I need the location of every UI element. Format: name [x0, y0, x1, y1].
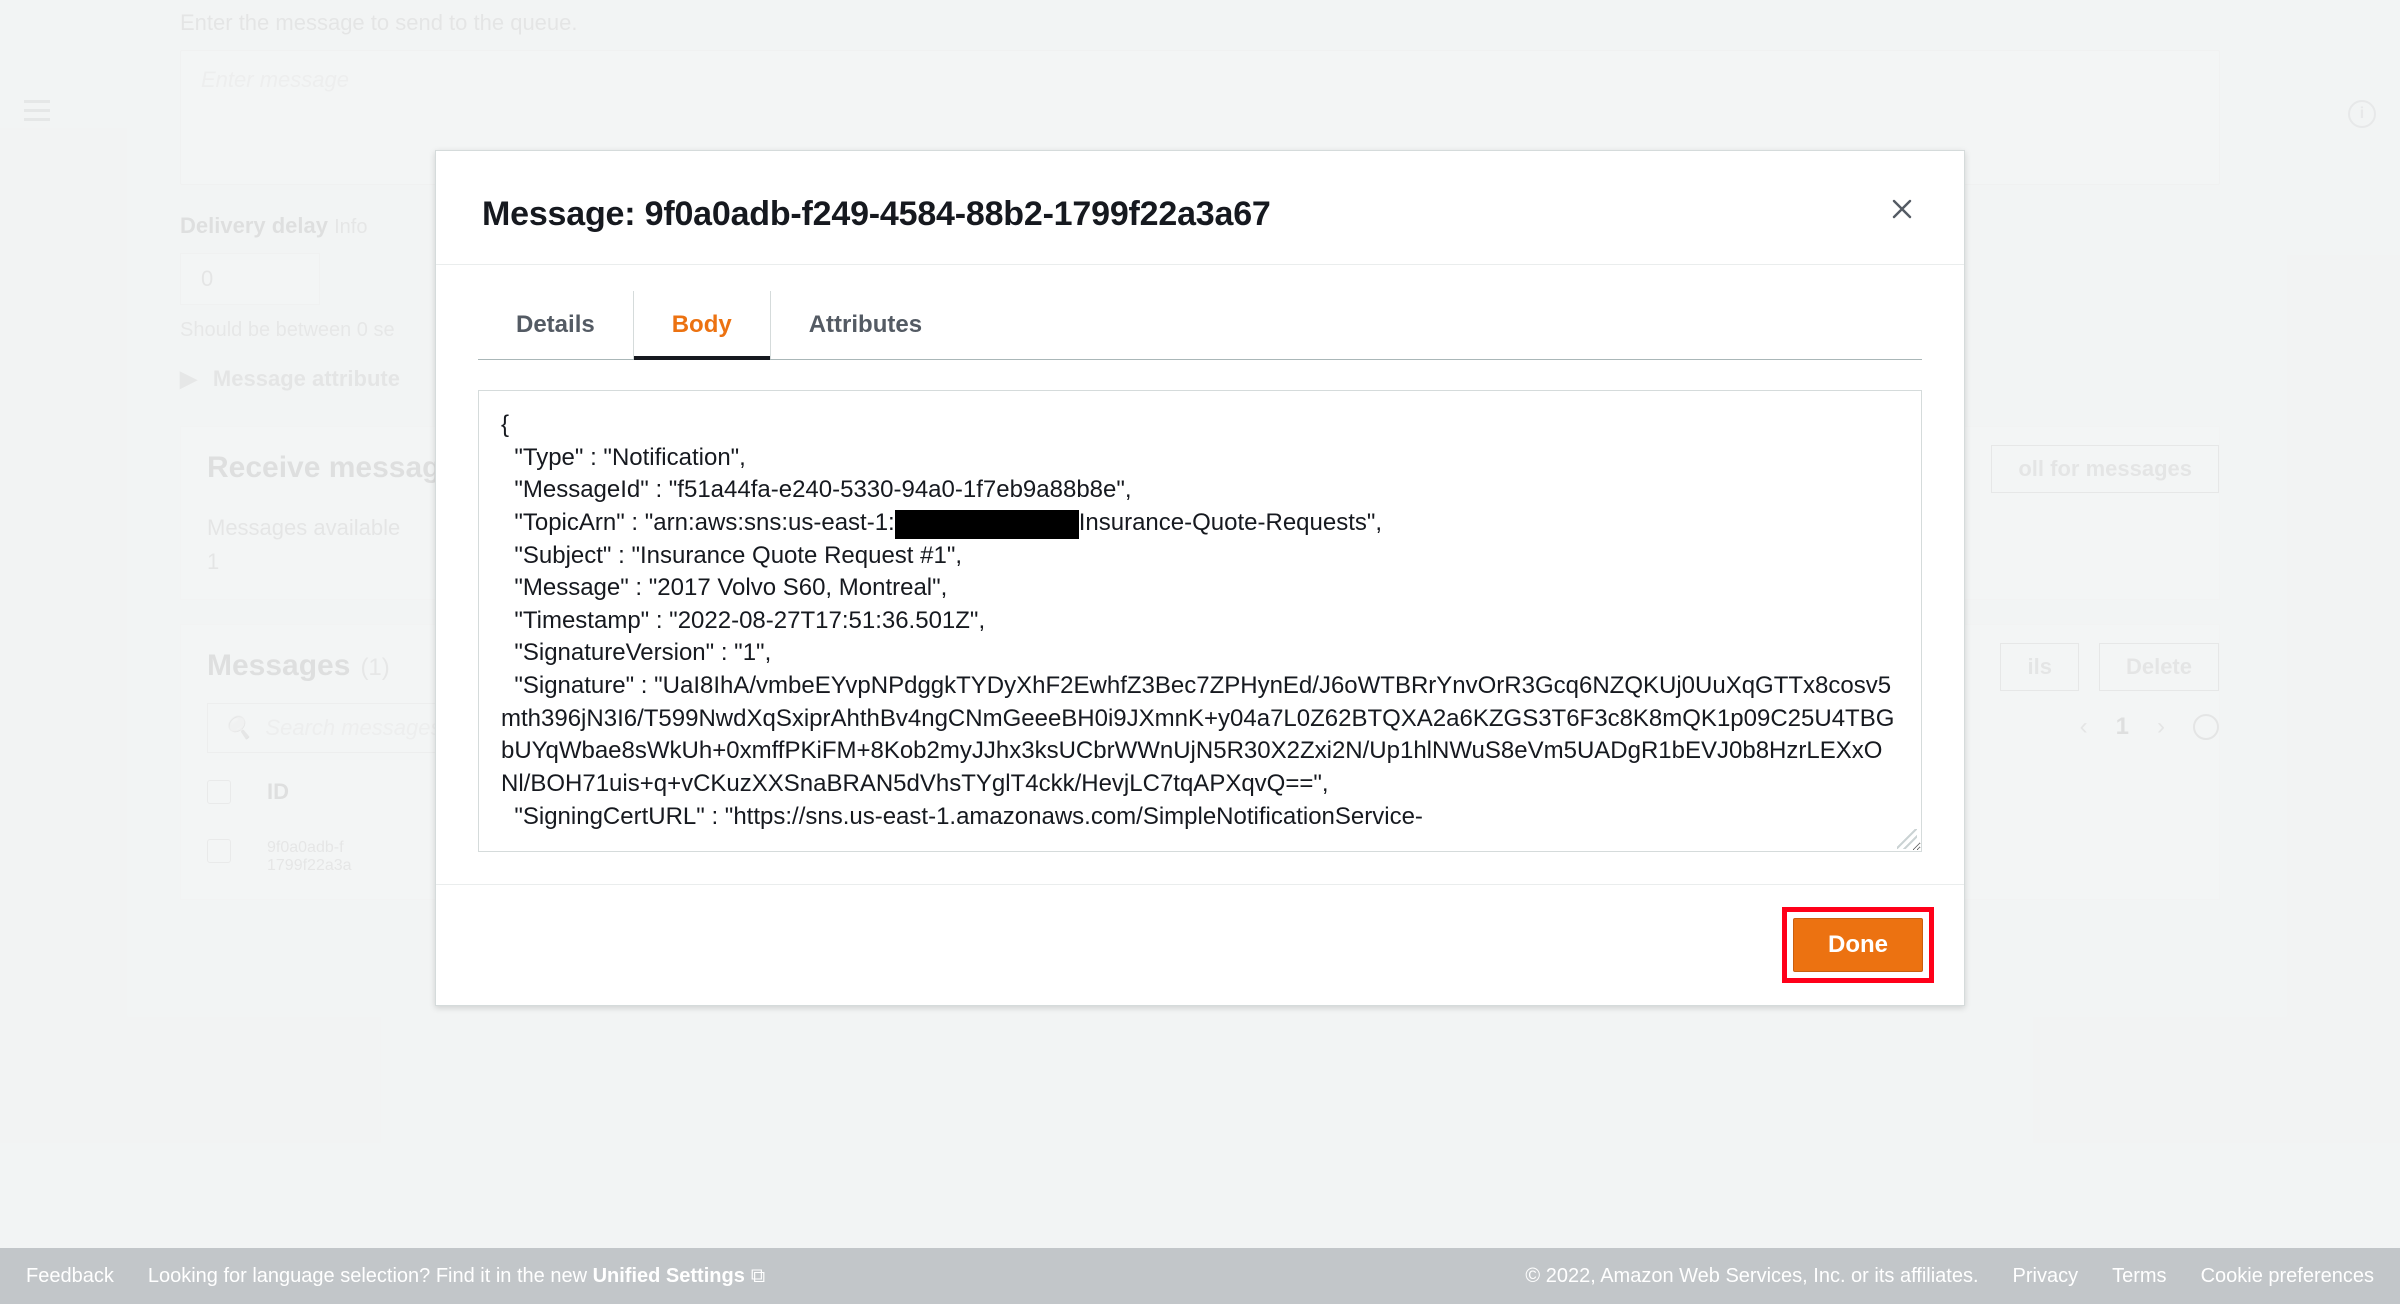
footer-terms-link[interactable]: Terms — [2112, 1265, 2166, 1288]
message-modal: Message: 9f0a0adb-f249-4584-88b2-1799f22… — [435, 150, 1965, 1006]
footer-feedback-link[interactable]: Feedback — [26, 1265, 114, 1288]
done-button[interactable]: Done — [1793, 918, 1923, 972]
tab-body[interactable]: Body — [633, 291, 770, 359]
modal-tabs: Details Body Attributes — [478, 291, 1922, 360]
footer-lang-text: Looking for language selection? Find it … — [148, 1265, 765, 1288]
close-icon[interactable] — [1886, 195, 1918, 229]
modal-title: Message: 9f0a0adb-f249-4584-88b2-1799f22… — [482, 195, 1271, 234]
message-body-textarea[interactable]: { "Type" : "Notification", "MessageId" :… — [478, 390, 1922, 852]
footer-cookie-link[interactable]: Cookie preferences — [2201, 1265, 2374, 1288]
redacted-account-id — [895, 510, 1079, 539]
resize-grip-icon — [1897, 829, 1917, 849]
page-footer: Feedback Looking for language selection?… — [0, 1248, 2400, 1304]
done-highlight-box: Done — [1782, 907, 1934, 983]
tab-details[interactable]: Details — [478, 291, 633, 359]
footer-privacy-link[interactable]: Privacy — [2013, 1265, 2079, 1288]
external-link-icon: ⧉ — [751, 1265, 765, 1288]
footer-copyright: © 2022, Amazon Web Services, Inc. or its… — [1525, 1265, 1978, 1288]
tab-attributes[interactable]: Attributes — [770, 291, 960, 359]
